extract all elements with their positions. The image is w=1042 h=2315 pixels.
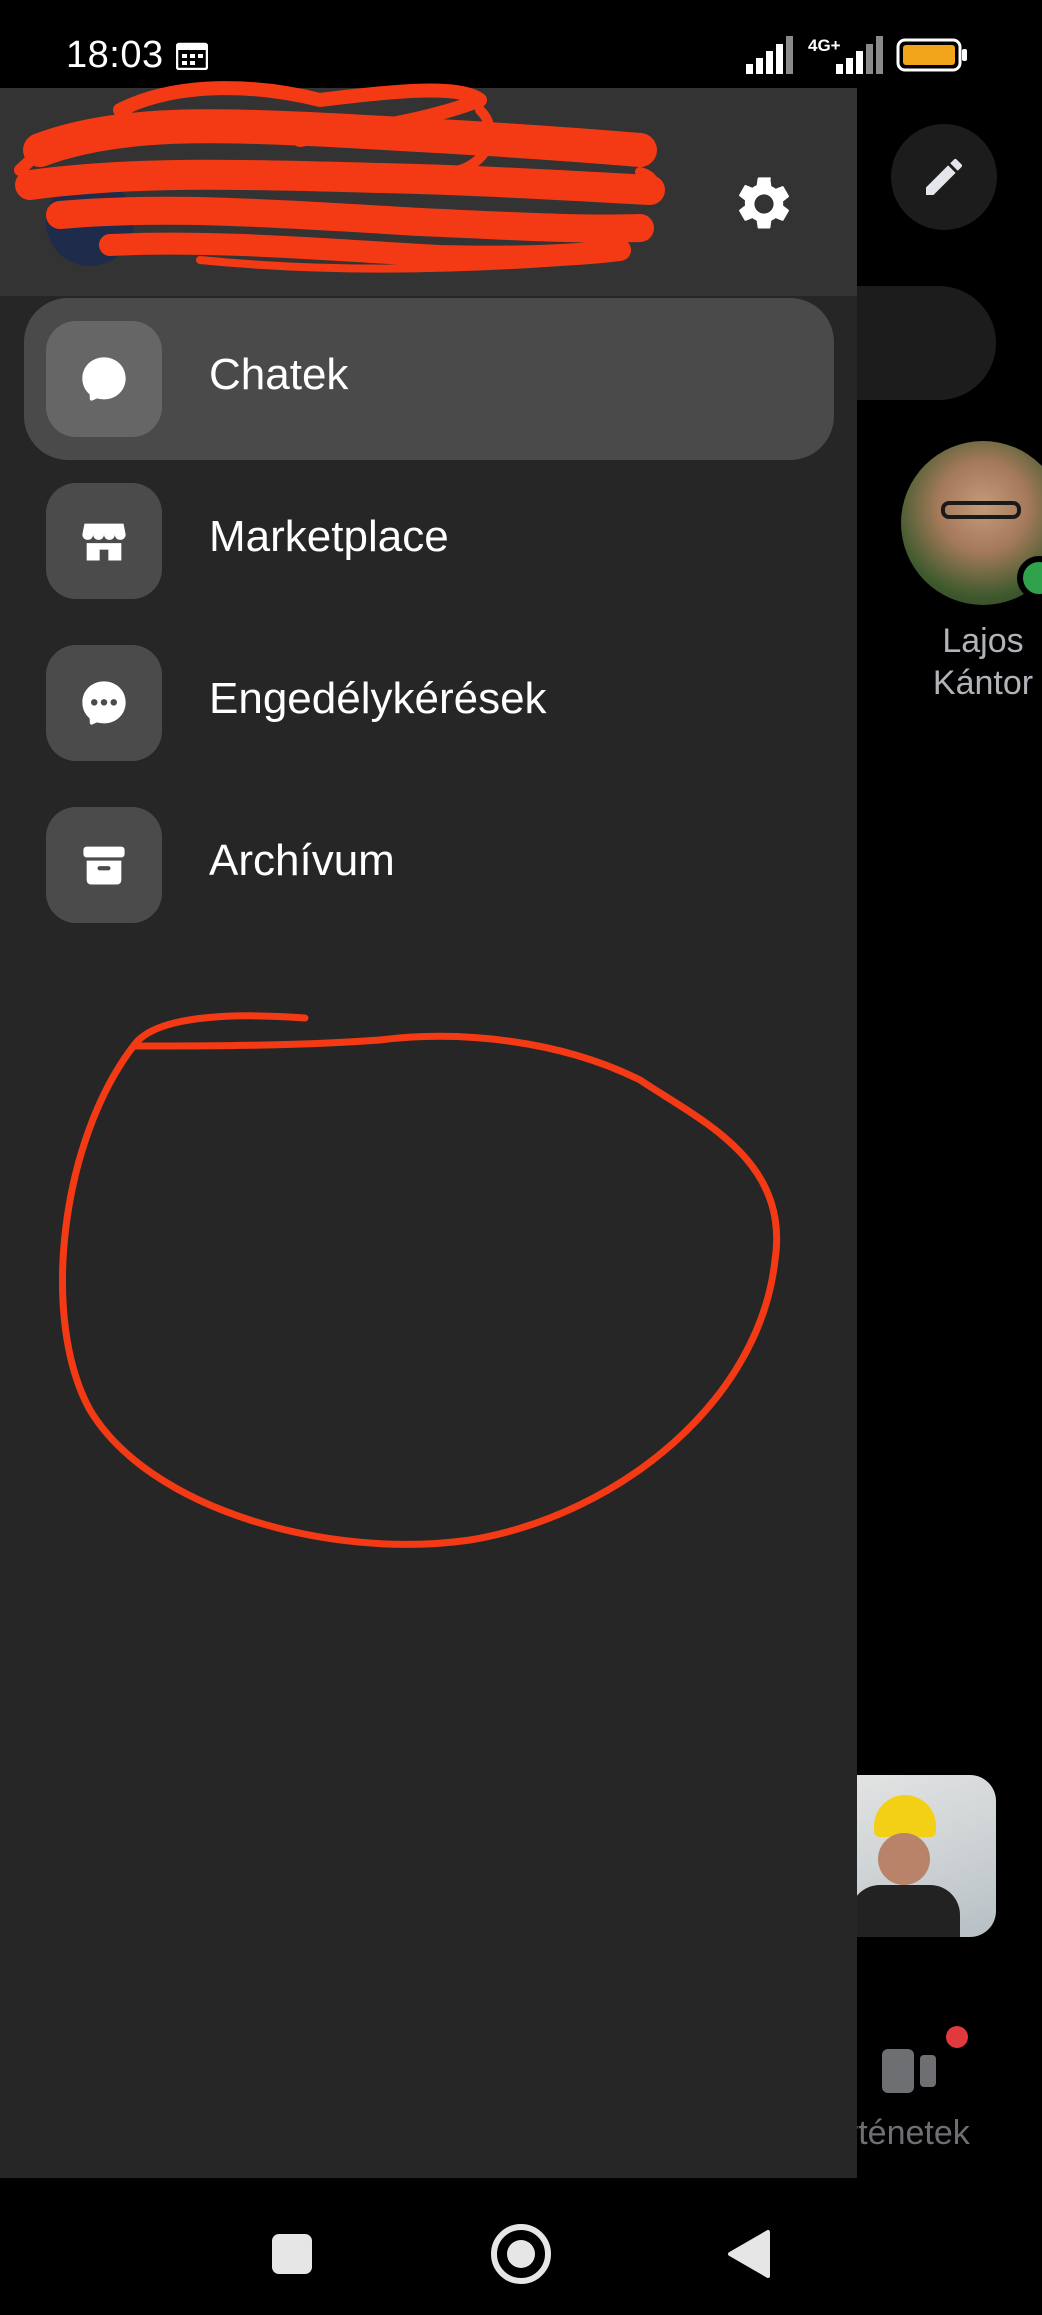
calendar-icon: [176, 42, 208, 70]
screen: 18:03 4G+ Lajos Kántor örténetek Chatek …: [0, 0, 1042, 2315]
status-time: 18:03: [66, 34, 164, 76]
menu-item-marketplace[interactable]: Marketplace: [24, 460, 834, 622]
stories-badge: [946, 2026, 968, 2048]
chat-bubble-icon: [82, 357, 126, 401]
status-bar: 18:03 4G+: [0, 0, 1042, 88]
contact-name: Lajos Kántor: [932, 622, 1034, 702]
recents-button[interactable]: [252, 2214, 332, 2294]
menu-label-chats: Chatek: [209, 350, 349, 399]
menu-item-archive[interactable]: Archívum: [24, 784, 834, 946]
menu-label-marketplace: Marketplace: [209, 512, 449, 561]
chat-dots-icon: [82, 681, 126, 725]
hard-hat-shape: [874, 1795, 936, 1837]
drawer-header: [0, 88, 857, 296]
menu-label-archive: Archívum: [209, 836, 395, 885]
gear-icon: [739, 177, 789, 229]
menu-icon-container: [46, 645, 162, 761]
menu-icon-container: [46, 807, 162, 923]
back-triangle-icon: [728, 2230, 770, 2278]
home-circle-icon: [491, 2224, 551, 2284]
signal-icon: [746, 36, 793, 74]
face-shape: [878, 1833, 930, 1885]
menu-label-message-requests: Engedélykérések: [209, 674, 547, 723]
menu-item-message-requests[interactable]: Engedélykérések: [24, 622, 834, 784]
battery-icon: [896, 38, 967, 72]
archive-box-icon: [83, 846, 125, 885]
shirt-shape: [850, 1885, 960, 1937]
compose-button[interactable]: [891, 124, 997, 230]
recents-square-icon: [272, 2234, 312, 2274]
home-button[interactable]: [481, 2214, 561, 2294]
menu-icon-container: [46, 483, 162, 599]
profile-avatar[interactable]: [46, 178, 134, 266]
pencil-icon: [926, 158, 962, 195]
signal-icon: [836, 36, 883, 74]
navigation-drawer: Chatek Marketplace Engedélykérések Archí…: [0, 88, 857, 2178]
stories-icon[interactable]: [880, 2045, 940, 2095]
menu-icon-container: [46, 321, 162, 437]
menu-item-chats[interactable]: Chatek: [24, 298, 834, 460]
settings-button[interactable]: [718, 158, 810, 250]
drawer-menu: Chatek Marketplace Engedélykérések Archí…: [24, 298, 834, 946]
storefront-icon: [82, 523, 126, 561]
glasses-shape: [941, 501, 1021, 519]
back-button[interactable]: [708, 2214, 788, 2294]
system-nav-bar: [0, 2178, 1042, 2315]
